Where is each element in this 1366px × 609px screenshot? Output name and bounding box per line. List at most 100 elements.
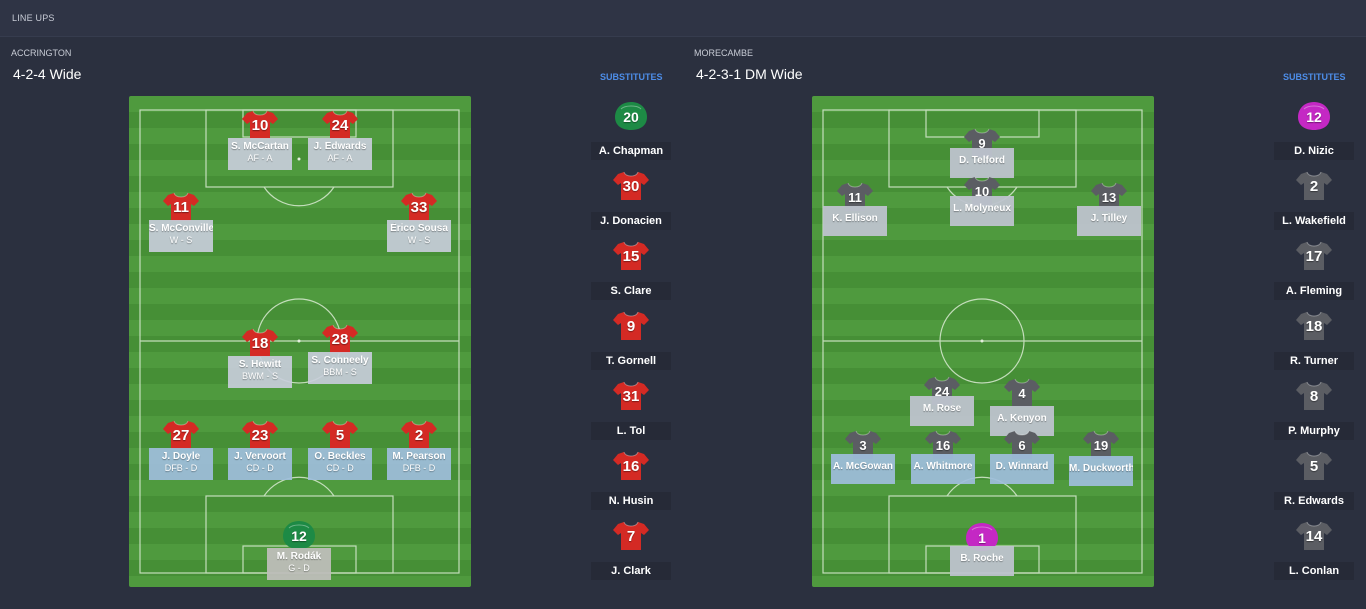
player-role: CD - D	[326, 463, 354, 473]
player-role: W - S	[169, 235, 193, 245]
shirt-number: 30	[622, 178, 640, 195]
player-label[interactable]: J. Tilley	[1077, 206, 1141, 236]
player-label[interactable]: S. Hewitt BWM - S	[228, 356, 292, 388]
player-name: S. Conneely	[311, 355, 369, 366]
player-shirt: 30	[613, 171, 649, 201]
player-label[interactable]: Érico Sousa W - S	[387, 220, 451, 252]
player-label[interactable]: D. Winnard	[990, 454, 1054, 484]
shirt-number: 19	[1093, 438, 1109, 453]
home-formation[interactable]: 4-2-4 Wide	[13, 66, 81, 82]
player-name: J. Edwards	[313, 141, 367, 152]
player-name: J. Doyle	[161, 451, 201, 462]
player-label[interactable]: L. Molyneux	[950, 196, 1014, 226]
player-label[interactable]: D. Telford	[950, 148, 1014, 178]
player-shirt: 14	[1296, 521, 1332, 551]
player-label[interactable]: J. Doyle DFB - D	[149, 448, 213, 480]
player-label[interactable]: S. Conneely BBM - S	[308, 352, 372, 384]
shirt-number: 6	[1018, 438, 1026, 453]
player-shirt: 33	[401, 192, 437, 222]
substitute-name: L. Conlan	[1274, 562, 1354, 580]
shirt-number: 23	[251, 427, 269, 444]
home-pitch: 10 S. McCartan AF - A 24 J. Edwards AF - A 11 S…	[129, 96, 471, 587]
substitute-item[interactable]: 31 L. Tol	[591, 381, 671, 441]
shirt-number: 28	[331, 331, 349, 348]
player-name: M. Rodák	[276, 551, 322, 562]
shirt-number: 20	[623, 109, 639, 125]
page-title: LINE UPS	[12, 13, 55, 23]
player-label[interactable]: M. Rose	[910, 396, 974, 426]
player-label[interactable]: B. Roche	[950, 546, 1014, 576]
player-name: L. Molyneux	[953, 203, 1011, 214]
substitute-item[interactable]: 15 S. Clare	[591, 241, 671, 301]
player-label[interactable]: M. Duckworth	[1069, 456, 1133, 486]
player-name: M. Rose	[922, 403, 962, 414]
shirt-number: 4	[1018, 386, 1026, 401]
home-subs-heading: SUBSTITUTES	[600, 72, 663, 82]
player-name: M. Duckworth	[1069, 463, 1133, 474]
player-label[interactable]: S. McConville W - S	[149, 220, 213, 252]
substitute-item[interactable]: 14 L. Conlan	[1274, 521, 1354, 581]
away-team-name: MORECAMBE	[694, 48, 754, 58]
player-name: J. Vervoort	[234, 451, 286, 462]
shirt-number: 1	[978, 530, 986, 546]
player-name: D. Telford	[959, 155, 1005, 166]
player-label[interactable]: K. Ellison	[823, 206, 887, 236]
player-label[interactable]: O. Beckles CD - D	[308, 448, 372, 480]
shirt-number: 18	[1305, 318, 1323, 335]
shirt-number: 14	[1305, 528, 1323, 545]
substitute-item[interactable]: 7 J. Clark	[591, 521, 671, 581]
substitute-name: P. Murphy	[1274, 422, 1354, 440]
away-formation[interactable]: 4-2-3-1 DM Wide	[696, 66, 803, 82]
substitute-item[interactable]: 16 N. Husin	[591, 451, 671, 511]
player-label[interactable]: A. McGowan	[831, 454, 895, 484]
player-shirt: 9	[613, 311, 649, 341]
shirt-number: 13	[1101, 190, 1117, 205]
substitute-name: R. Edwards	[1274, 492, 1354, 510]
substitute-item[interactable]: 8 P. Murphy	[1274, 381, 1354, 441]
substitute-item[interactable]: 12 D. Nizic	[1274, 101, 1354, 161]
player-label[interactable]: M. Pearson DFB - D	[387, 448, 451, 480]
player-label[interactable]: M. Rodák G - D	[267, 548, 331, 580]
player-label[interactable]: S. McCartan AF - A	[228, 138, 292, 170]
player-label[interactable]: J. Vervoort CD - D	[228, 448, 292, 480]
substitute-item[interactable]: 17 A. Fleming	[1274, 241, 1354, 301]
player-shirt: 15	[613, 241, 649, 271]
player-name: K. Ellison	[832, 213, 878, 224]
player-shirt: 4	[1004, 378, 1040, 408]
shirt-number: 2	[414, 427, 424, 444]
shirt-number: 11	[848, 190, 862, 205]
player-shirt: 5	[1296, 451, 1332, 481]
shirt-number: 31	[622, 388, 640, 405]
player-shirt: 18	[242, 328, 278, 358]
substitute-item[interactable]: 2 L. Wakefield	[1274, 171, 1354, 231]
shirt-number: 27	[172, 427, 190, 444]
player-name: D. Winnard	[995, 461, 1049, 472]
away-pitch: 9 D. Telford 10 L. Molyneux 11 K. Ellison 13 J.…	[812, 96, 1154, 587]
player-name: B. Roche	[960, 553, 1004, 564]
player-shirt: 12	[1296, 101, 1332, 131]
player-name: S. McConville	[149, 223, 213, 234]
player-shirt: 5	[322, 420, 358, 450]
shirt-number: 18	[251, 335, 269, 352]
player-shirt: 8	[1296, 381, 1332, 411]
player-label[interactable]: J. Edwards AF - A	[308, 138, 372, 170]
shirt-number: 5	[335, 427, 345, 444]
player-shirt: 18	[1296, 311, 1332, 341]
shirt-number: 3	[859, 438, 867, 453]
player-name: Érico Sousa	[390, 223, 448, 234]
player-shirt: 20	[613, 101, 649, 131]
player-name: J. Tilley	[1090, 213, 1128, 224]
substitute-name: D. Nizic	[1274, 142, 1354, 160]
substitute-item[interactable]: 20 A. Chapman	[591, 101, 671, 161]
player-shirt: 28	[322, 324, 358, 354]
substitute-item[interactable]: 9 T. Gornell	[591, 311, 671, 371]
player-role: DFB - D	[402, 463, 436, 473]
shirt-number: 16	[935, 438, 951, 453]
player-name: A. Whitmore	[913, 461, 973, 472]
substitute-item[interactable]: 18 R. Turner	[1274, 311, 1354, 371]
substitute-item[interactable]: 30 J. Donacien	[591, 171, 671, 231]
substitute-name: T. Gornell	[591, 352, 671, 370]
player-shirt: 27	[163, 420, 199, 450]
player-label[interactable]: A. Whitmore	[911, 454, 975, 484]
substitute-item[interactable]: 5 R. Edwards	[1274, 451, 1354, 511]
